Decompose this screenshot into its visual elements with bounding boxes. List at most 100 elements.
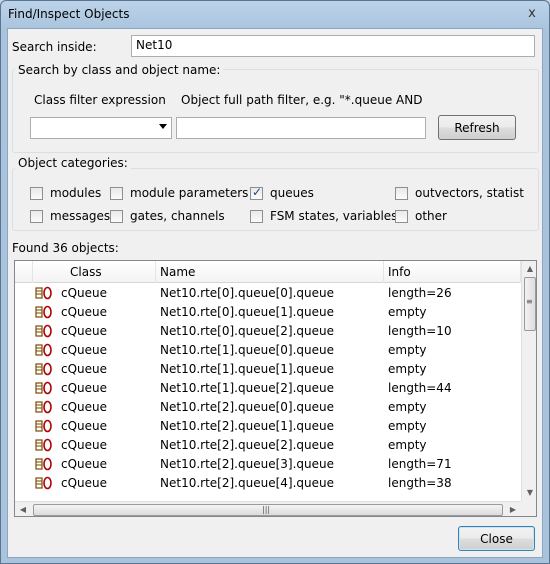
row-info: empty	[388, 305, 427, 319]
path-filter-label: Object full path filter, e.g. "*.queue A…	[181, 93, 423, 107]
header-name[interactable]: Name	[156, 261, 384, 283]
row-class: cQueue	[61, 381, 108, 395]
scroll-right-icon[interactable]: ▶	[505, 502, 521, 516]
table-row[interactable]: cQueue Net10.rte[2].queue[2].queue empty	[15, 436, 521, 455]
refresh-button[interactable]: Refresh	[438, 115, 516, 140]
table-row[interactable]: cQueue Net10.rte[2].queue[0].queue empty	[15, 398, 521, 417]
table-row[interactable]: cQueue Net10.rte[1].queue[1].queue empty	[15, 360, 521, 379]
row-class: cQueue	[61, 324, 108, 338]
table-row[interactable]: cQueue Net10.rte[0].queue[1].queue empty	[15, 303, 521, 322]
class-filter-label: Class filter expression	[34, 93, 166, 107]
row-name: Net10.rte[0].queue[1].queue	[160, 305, 334, 319]
header-class[interactable]: Class	[33, 261, 156, 283]
row-class: cQueue	[61, 343, 108, 357]
search-inside-label: Search inside:	[12, 40, 97, 54]
row-name: Net10.rte[2].queue[3].queue	[160, 457, 334, 471]
scroll-left-icon[interactable]: ◀	[15, 502, 31, 516]
queue-icon	[35, 323, 53, 339]
row-info: length=44	[388, 381, 452, 395]
search-inside-input[interactable]: Net10	[131, 35, 535, 57]
results-list[interactable]: Class Name Info cQueue Net10.rte[0].queue…	[14, 260, 537, 517]
queue-icon	[35, 456, 53, 472]
row-name: Net10.rte[2].queue[0].queue	[160, 400, 334, 414]
queues-label: queues	[270, 186, 314, 200]
row-info: empty	[388, 438, 427, 452]
queue-icon	[35, 304, 53, 320]
list-header: Class Name Info	[15, 261, 521, 283]
queue-icon	[35, 418, 53, 434]
messages-label: messages	[50, 209, 111, 223]
row-info: empty	[388, 343, 427, 357]
header-info[interactable]: Info	[384, 261, 521, 283]
dialog-client-area: Search inside: Net10 Search by class and…	[7, 28, 543, 558]
close-button[interactable]: Close	[458, 526, 535, 551]
gates-channels-checkbox[interactable]	[110, 210, 123, 223]
row-class: cQueue	[61, 305, 108, 319]
row-info: length=10	[388, 324, 452, 338]
module-parameters-label: module parameters	[130, 186, 249, 200]
row-info: empty	[388, 400, 427, 414]
queues-checkbox[interactable]	[250, 185, 263, 200]
scroll-down-icon[interactable]: ▼	[522, 485, 536, 501]
table-row[interactable]: cQueue Net10.rte[2].queue[4].queue length=…	[15, 474, 521, 493]
row-name: Net10.rte[2].queue[2].queue	[160, 438, 334, 452]
header-icon-column[interactable]	[15, 261, 33, 283]
row-class: cQueue	[61, 419, 108, 433]
table-row[interactable]: cQueue Net10.rte[2].queue[1].queue empty	[15, 417, 521, 436]
outvectors-label: outvectors, statist	[415, 186, 524, 200]
row-class: cQueue	[61, 400, 108, 414]
queue-icon	[35, 475, 53, 491]
other-label: other	[415, 209, 447, 223]
found-count-label: Found 36 objects:	[12, 241, 119, 255]
modules-checkbox[interactable]	[30, 187, 43, 200]
categories-group-title: Object categories:	[15, 156, 131, 170]
class-filter-combo[interactable]	[30, 117, 172, 139]
queue-icon	[35, 399, 53, 415]
fsm-states-label: FSM states, variables	[270, 209, 398, 223]
table-row[interactable]: cQueue Net10.rte[0].queue[2].queue length=…	[15, 322, 521, 341]
row-name: Net10.rte[2].queue[4].queue	[160, 476, 334, 490]
fsm-states-checkbox[interactable]	[250, 210, 263, 223]
row-info: empty	[388, 362, 427, 376]
scroll-up-icon[interactable]: ▲	[522, 261, 536, 277]
title-bar[interactable]: Find/Inspect Objects x	[1, 1, 549, 28]
row-name: Net10.rte[0].queue[0].queue	[160, 286, 334, 300]
queue-icon	[35, 380, 53, 396]
queue-icon	[35, 437, 53, 453]
module-parameters-checkbox[interactable]	[110, 187, 123, 200]
horizontal-scroll-thumb[interactable]: |||	[33, 504, 503, 516]
scrollbar-corner	[521, 501, 536, 516]
messages-checkbox[interactable]	[30, 210, 43, 223]
row-class: cQueue	[61, 286, 108, 300]
gates-channels-label: gates, channels	[130, 209, 225, 223]
vertical-scroll-thumb[interactable]: ≡	[524, 277, 536, 331]
table-row[interactable]: cQueue Net10.rte[1].queue[0].queue empty	[15, 341, 521, 360]
queue-icon	[35, 361, 53, 377]
chevron-down-icon[interactable]	[159, 124, 167, 129]
row-class: cQueue	[61, 476, 108, 490]
path-filter-input[interactable]	[176, 117, 426, 139]
table-row[interactable]: cQueue Net10.rte[2].queue[3].queue length=…	[15, 455, 521, 474]
queue-icon	[35, 342, 53, 358]
table-row[interactable]: cQueue Net10.rte[1].queue[2].queue length=…	[15, 379, 521, 398]
other-checkbox[interactable]	[395, 210, 408, 223]
table-row[interactable]: cQueue Net10.rte[0].queue[0].queue length=…	[15, 284, 521, 303]
row-class: cQueue	[61, 457, 108, 471]
row-name: Net10.rte[1].queue[1].queue	[160, 362, 334, 376]
window-title: Find/Inspect Objects	[8, 7, 130, 21]
row-name: Net10.rte[1].queue[0].queue	[160, 343, 334, 357]
outvectors-checkbox[interactable]	[395, 187, 408, 200]
row-class: cQueue	[61, 362, 108, 376]
row-info: length=38	[388, 476, 452, 490]
search-group-title: Search by class and object name:	[15, 63, 224, 77]
close-window-icon[interactable]: x	[523, 5, 541, 22]
queue-icon	[35, 285, 53, 301]
row-class: cQueue	[61, 438, 108, 452]
row-info: length=26	[388, 286, 452, 300]
row-name: Net10.rte[1].queue[2].queue	[160, 381, 334, 395]
row-info: empty	[388, 419, 427, 433]
horizontal-scrollbar[interactable]: ◀ ||| ▶	[15, 501, 521, 516]
find-inspect-objects-window: Find/Inspect Objects x Search inside: Ne…	[0, 0, 550, 564]
vertical-scrollbar[interactable]: ▲ ≡ ▼	[521, 261, 536, 501]
row-name: Net10.rte[0].queue[2].queue	[160, 324, 334, 338]
